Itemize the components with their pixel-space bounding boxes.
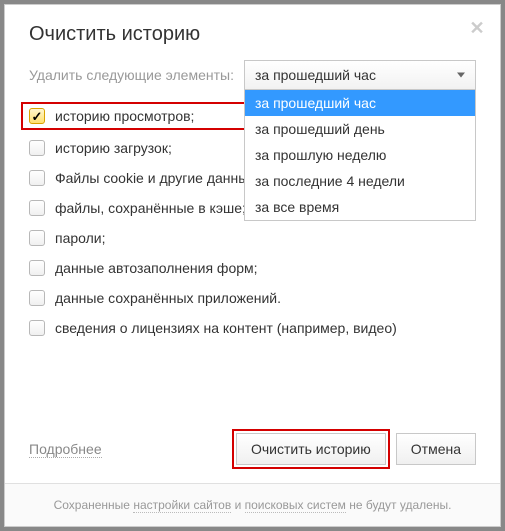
period-option[interactable]: за прошлую неделю [245, 142, 475, 168]
checkbox-row[interactable]: данные сохранённых приложений. [29, 290, 476, 306]
info-link-1[interactable]: настройки сайтов [133, 498, 231, 513]
period-option[interactable]: за последние 4 недели [245, 168, 475, 194]
checkbox[interactable] [29, 108, 45, 124]
period-option[interactable]: за все время [245, 194, 475, 220]
checkbox-label: файлы, сохранённые в кэше; [55, 200, 246, 216]
close-icon[interactable]: ✕ [468, 19, 486, 37]
period-select[interactable]: за прошедший час [244, 60, 476, 90]
more-link[interactable]: Подробнее [29, 441, 102, 458]
checkbox-label: историю загрузок; [55, 140, 172, 156]
dialog-footer: Подробнее Очистить историю Отмена [5, 429, 500, 483]
info-text-2: и [231, 498, 244, 512]
cancel-button[interactable]: Отмена [396, 433, 476, 465]
period-label: Удалить следующие элементы: [29, 67, 234, 83]
period-dropdown: за прошедший часза прошедший деньза прош… [244, 90, 476, 221]
info-link-2[interactable]: поисковых систем [245, 498, 346, 513]
checkbox[interactable] [29, 320, 45, 336]
checkbox-label: данные автозаполнения форм; [55, 260, 258, 276]
checkbox[interactable] [29, 230, 45, 246]
checkbox[interactable] [29, 170, 45, 186]
checkbox-label: данные сохранённых приложений. [55, 290, 281, 306]
period-select-wrap: за прошедший час за прошедший часза прош… [244, 60, 476, 90]
checkbox-label: сведения о лицензиях на контент (наприме… [55, 320, 397, 336]
info-bar: Сохраненные настройки сайтов и поисковых… [5, 483, 500, 526]
clear-button[interactable]: Очистить историю [236, 433, 386, 465]
checkbox[interactable] [29, 200, 45, 216]
checkbox-row[interactable]: данные автозаполнения форм; [29, 260, 476, 276]
period-select-value: за прошедший час [255, 67, 376, 83]
checkbox-label: историю просмотров; [55, 108, 194, 124]
info-text-3: не будут удалены. [346, 498, 452, 512]
checkbox[interactable] [29, 140, 45, 156]
checkbox-row[interactable]: сведения о лицензиях на контент (наприме… [29, 320, 476, 336]
period-option[interactable]: за прошедший день [245, 116, 475, 142]
dialog-title: Очистить историю [5, 5, 500, 60]
checkbox-row[interactable]: пароли; [29, 230, 476, 246]
checkbox[interactable] [29, 260, 45, 276]
clear-history-dialog: ✕ Очистить историю Удалить следующие эле… [4, 4, 501, 527]
info-text-1: Сохраненные [54, 498, 134, 512]
checkbox[interactable] [29, 290, 45, 306]
dialog-content: Удалить следующие элементы: за прошедший… [5, 60, 500, 429]
checkbox-label: пароли; [55, 230, 106, 246]
period-row: Удалить следующие элементы: за прошедший… [29, 60, 476, 90]
period-option[interactable]: за прошедший час [245, 90, 475, 116]
